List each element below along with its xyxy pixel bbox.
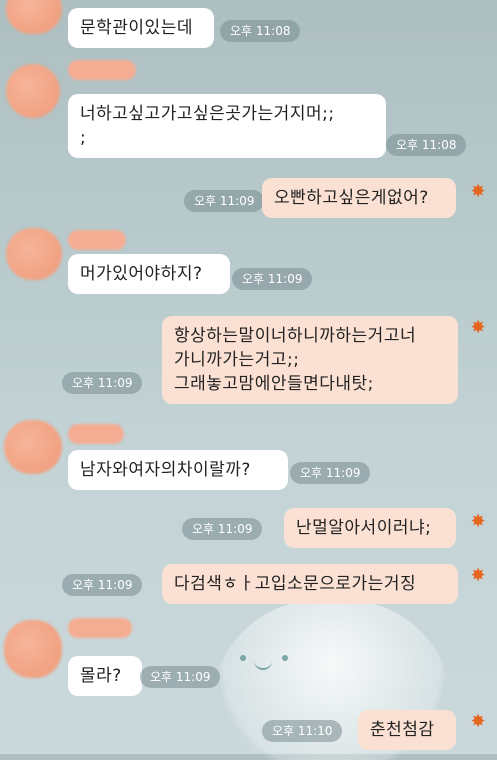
sun-star-icon: ✸: [470, 317, 486, 338]
message-time: 오후 11:09: [184, 190, 265, 212]
avatar[interactable]: [6, 64, 60, 118]
cloud-mouth: [254, 660, 272, 670]
message-bubble[interactable]: 오빤하고싶은게없어?: [262, 178, 456, 218]
message-time: 오후 11:08: [220, 20, 301, 42]
sender-name: [68, 618, 132, 638]
cloud-right-eye: [282, 655, 288, 661]
cloud-left-eye: [240, 655, 246, 661]
message-bubble[interactable]: 항상하는말이너하니까하는거고너 가니까가는거고;; 그래놓고맘에안들면다내탓;: [162, 316, 458, 404]
message-bubble[interactable]: 문학관이있는데: [68, 8, 214, 48]
message-time: 오후 11:09: [62, 574, 143, 596]
message-time: 오후 11:09: [290, 462, 371, 484]
avatar[interactable]: [6, 0, 62, 34]
sender-name: [68, 60, 136, 80]
message-time: 오후 11:08: [386, 134, 467, 156]
message-time: 오후 11:09: [232, 268, 313, 290]
message-bubble[interactable]: 난멀알아서이러냐;: [284, 508, 456, 548]
message-bubble[interactable]: 너하고싶고가고싶은곳가는거지머;; ;: [68, 94, 386, 158]
message-bubble[interactable]: 몰라?: [68, 656, 142, 696]
avatar[interactable]: [4, 420, 62, 474]
message-bubble[interactable]: 머가있어야하지?: [68, 254, 230, 294]
sun-star-icon: ✸: [470, 511, 486, 532]
message-time: 오후 11:09: [140, 666, 221, 688]
chat-area: 문학관이있는데 오후 11:08 너하고싶고가고싶은곳가는거지머;; ; 오후 …: [0, 0, 497, 760]
sun-star-icon: ✸: [470, 711, 486, 732]
avatar[interactable]: [4, 620, 62, 678]
message-bubble[interactable]: 다검색ㅎㅏ고입소문으로가는거징: [162, 564, 458, 604]
sun-star-icon: ✸: [470, 565, 486, 586]
message-time: 오후 11:09: [182, 518, 263, 540]
sender-name: [68, 230, 126, 250]
sender-name: [68, 424, 124, 444]
message-bubble[interactable]: 춘천첨감: [358, 710, 456, 750]
message-time: 오후 11:09: [62, 372, 143, 394]
message-bubble[interactable]: 남자와여자의차이랄까?: [68, 450, 288, 490]
message-time: 오후 11:10: [262, 720, 343, 742]
sun-star-icon: ✸: [470, 181, 486, 202]
avatar[interactable]: [6, 228, 62, 280]
